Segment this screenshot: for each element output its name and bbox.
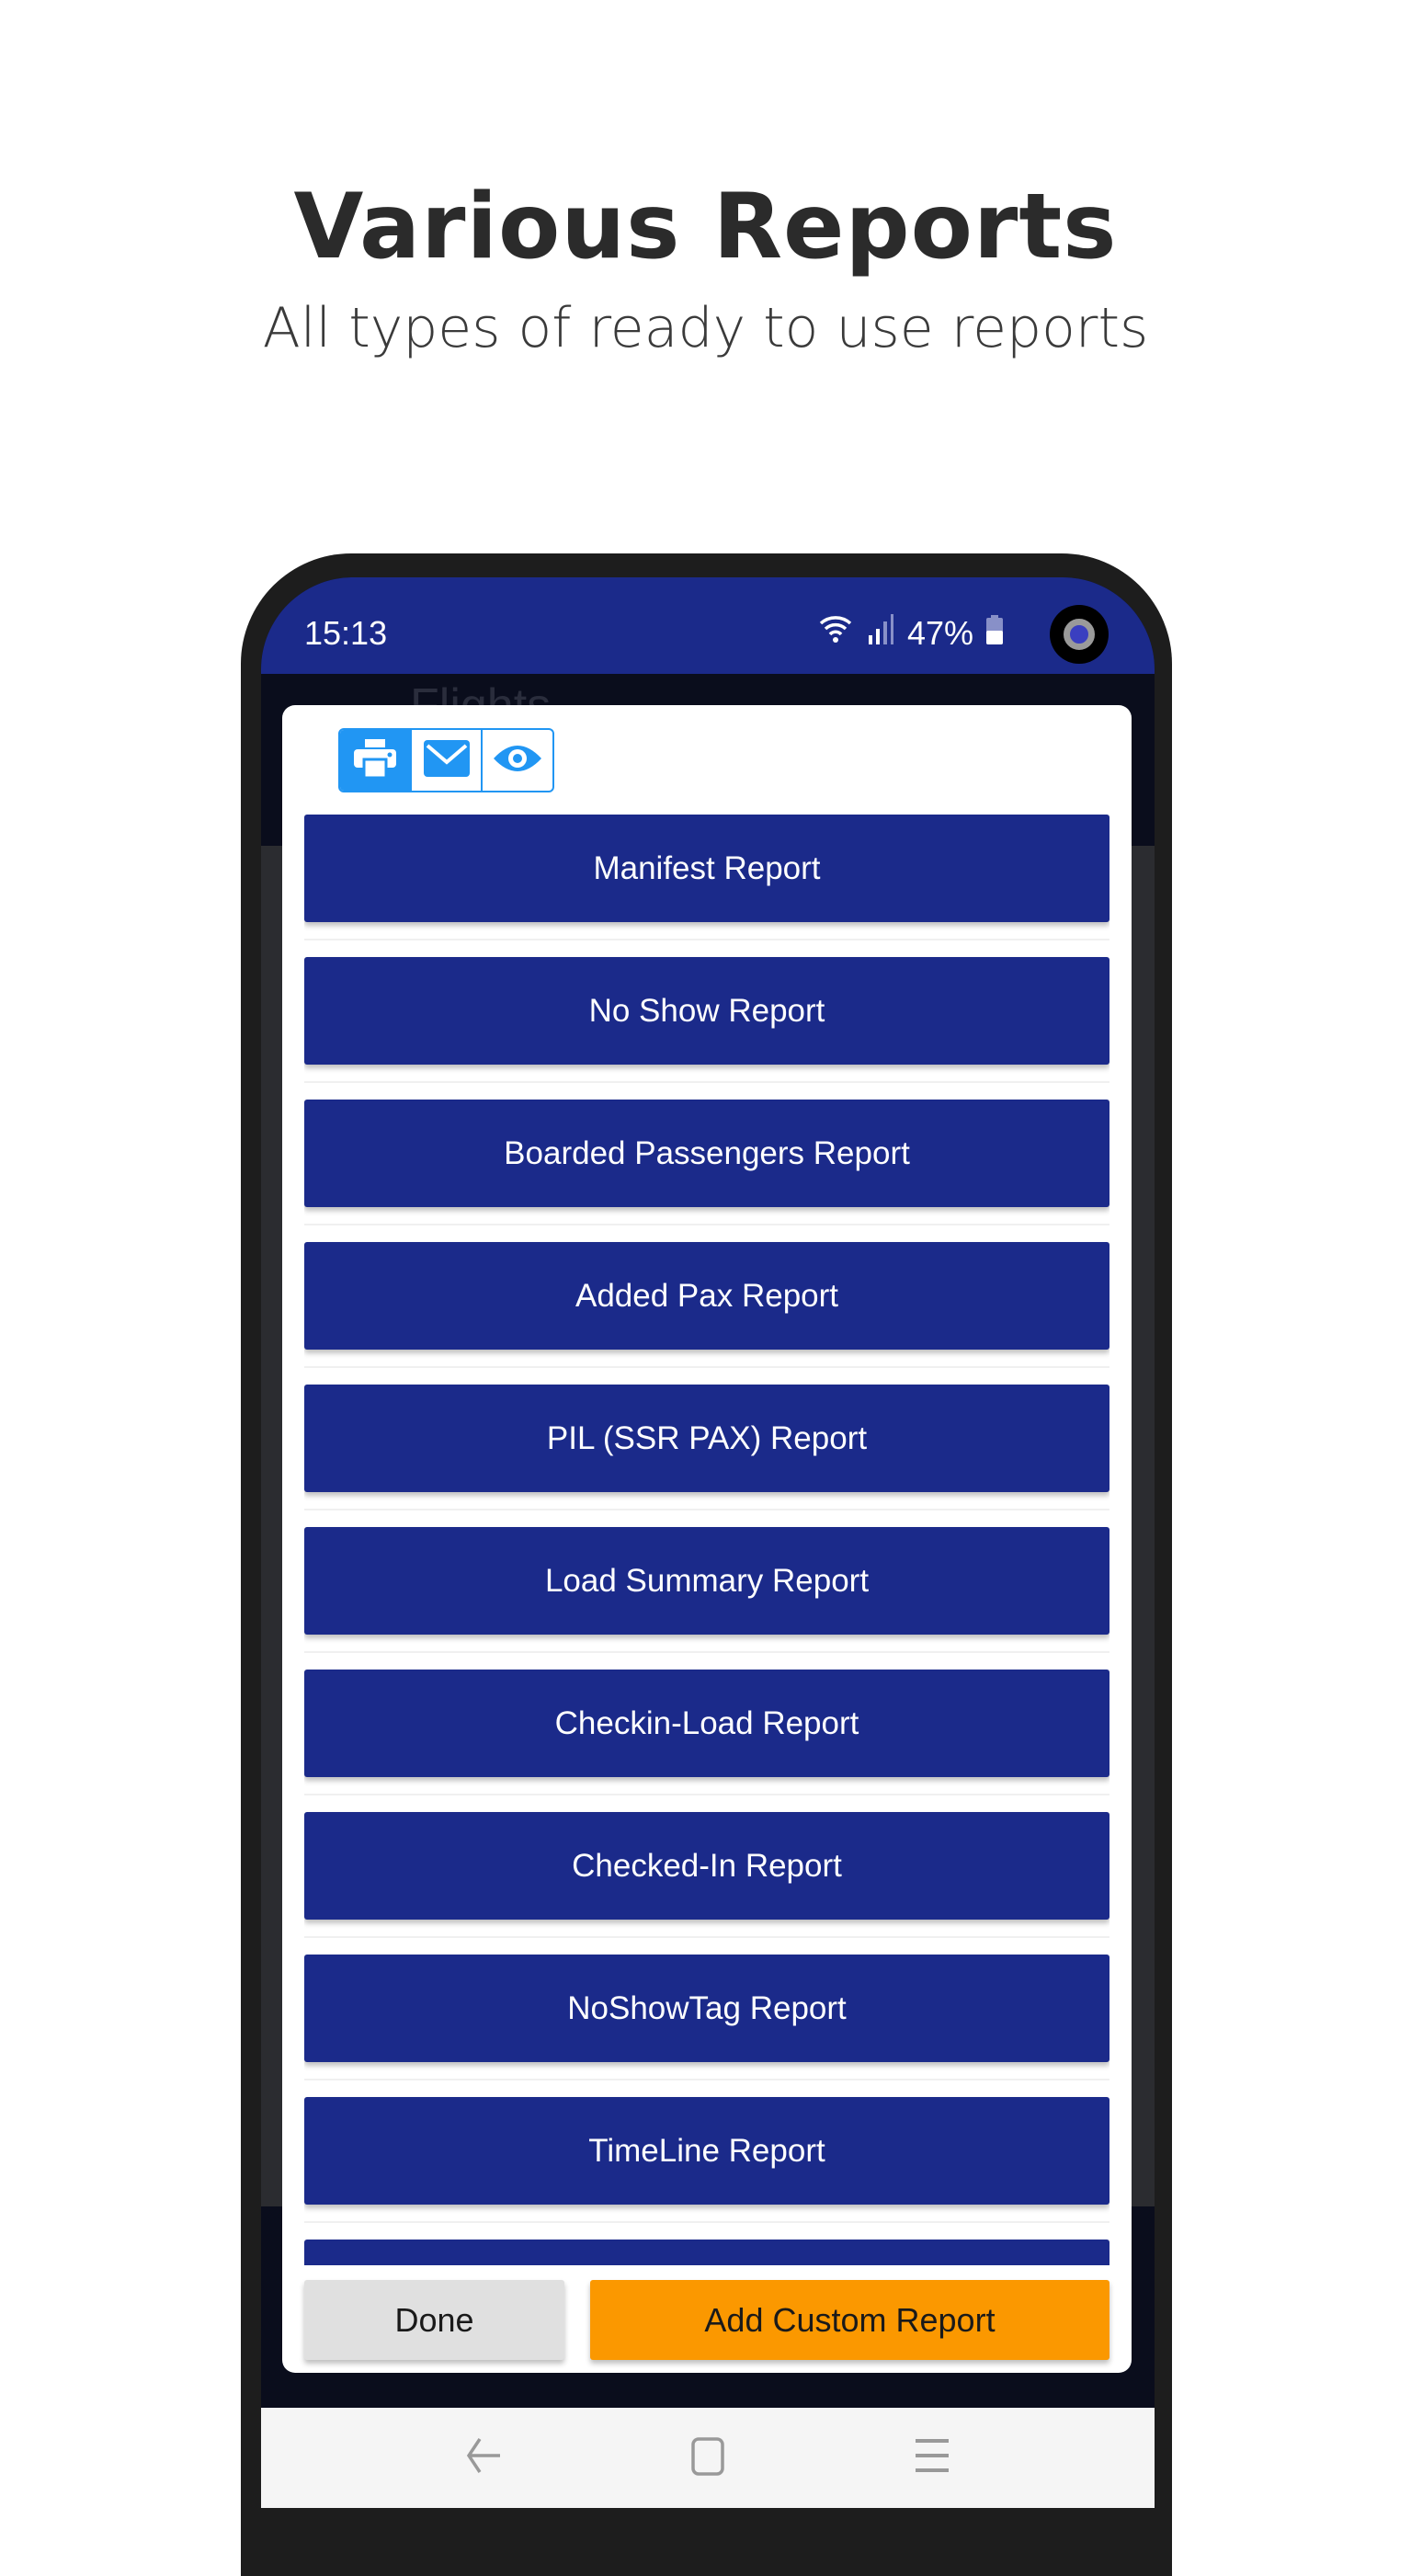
- recents-icon[interactable]: [912, 2435, 952, 2480]
- report-button[interactable]: NoShowTag Report: [304, 1955, 1109, 2080]
- back-icon[interactable]: [463, 2435, 504, 2480]
- wifi-icon: [817, 612, 854, 654]
- navigation-bar: [261, 2408, 1155, 2508]
- preview-toggle[interactable]: [483, 730, 552, 791]
- mail-icon: [423, 739, 470, 781]
- report-button[interactable]: Checkin-Load Report: [304, 1670, 1109, 1795]
- printer-icon: [353, 738, 396, 782]
- status-bar: 15:13 47%: [261, 577, 1155, 674]
- output-toggle-group: [338, 728, 554, 792]
- signal-icon: [867, 613, 894, 653]
- add-custom-report-button[interactable]: Add Custom Report: [590, 2280, 1109, 2360]
- page-title: Various Reports: [293, 175, 1118, 279]
- battery-icon: [986, 614, 1003, 653]
- report-button[interactable]: Added Pax Report: [304, 1242, 1109, 1368]
- print-toggle[interactable]: [340, 730, 412, 791]
- camera-icon: [1050, 605, 1109, 664]
- email-toggle[interactable]: [412, 730, 484, 791]
- report-button[interactable]: [304, 2240, 1109, 2265]
- report-button[interactable]: TimeLine Report: [304, 2097, 1109, 2223]
- report-button[interactable]: No Show Report: [304, 957, 1109, 1083]
- report-button[interactable]: Checked-In Report: [304, 1812, 1109, 1938]
- report-button[interactable]: Boarded Passengers Report: [304, 1100, 1109, 1225]
- reports-dialog: Manifest Report No Show Report Boarded Pas…: [282, 705, 1132, 2373]
- page-subtitle: All types of ready to use reports: [262, 296, 1149, 360]
- report-list[interactable]: Manifest Report No Show Report Boarded Pas…: [304, 815, 1109, 2265]
- status-time: 15:13: [304, 614, 388, 652]
- report-button[interactable]: PIL (SSR PAX) Report: [304, 1385, 1109, 1510]
- home-icon[interactable]: [688, 2435, 728, 2480]
- battery-percent: 47%: [906, 613, 973, 652]
- report-button[interactable]: Load Summary Report: [304, 1527, 1109, 1653]
- report-button[interactable]: Manifest Report: [304, 815, 1109, 940]
- done-button[interactable]: Done: [304, 2280, 564, 2360]
- eye-icon: [492, 740, 543, 781]
